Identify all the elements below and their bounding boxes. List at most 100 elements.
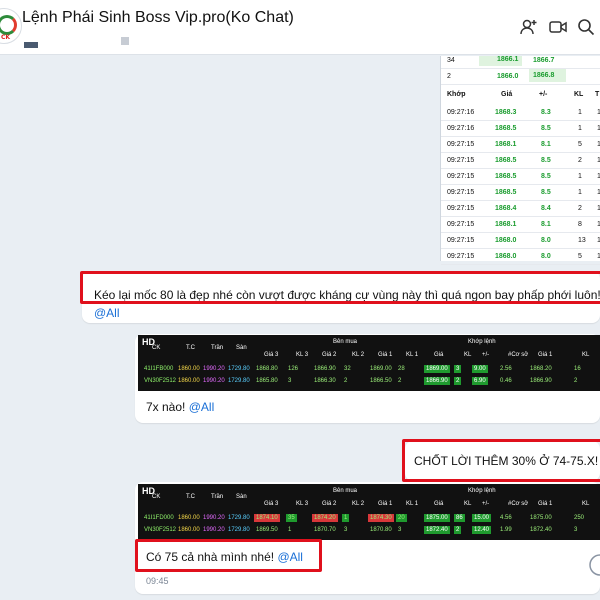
board-cell: 12.40 [472,526,492,534]
board-cell: 1866.90 [314,366,336,372]
board-header: Giá 1 [378,352,393,358]
board-cell: 1860.00 [178,378,200,384]
board-cell: VN30F2512 [144,378,177,384]
board-cell: 3 [454,365,462,373]
board-header: KL 1 [406,352,419,358]
group-header: Bên mua [333,339,358,345]
orderbook-cell: 09:27:15 [447,157,475,164]
board-header: Trần [211,494,224,500]
orderbook-cell: 1868.1 [495,221,517,228]
video-call-icon[interactable] [548,17,568,37]
board-cell: 250 [574,515,585,521]
orderbook-cell: 1868.5 [495,125,517,132]
board-cell: 1729.80 [228,515,250,521]
orderbook-cell: 09:27:15 [447,189,475,196]
board-cell: 15.00 [472,514,492,522]
board-header: T.C [186,494,195,500]
avatar-text: CK [1,34,11,41]
highlight-box [402,439,600,482]
board-cell: 1 [342,514,350,522]
top-bid: 1866.1 [479,56,523,66]
orderbook-cell: 1 [578,109,582,116]
col-header: +/- [539,91,548,98]
orderbook-cell: 8.4 [541,205,551,212]
board-cell: 1875.00 [530,515,552,521]
board-header: CK [152,345,161,351]
board-header: KL 3 [296,501,309,507]
board-cell: 3 [398,527,402,533]
mention-link[interactable]: @All [189,400,215,414]
orderbook-cell: 09:27:15 [447,173,475,180]
top-qty: 2 [447,73,451,80]
message-list[interactable]: 34 1866.1 1866.7 2 1866.0 1866.8 Khớp Gi… [0,56,600,600]
highlight-box [135,539,322,572]
board-header: KL 3 [296,352,309,358]
orderbook-cell: 1868.5 [495,189,517,196]
board-cell: 1870.80 [370,527,392,533]
board-cell: 0.46 [500,378,512,384]
orderbook-row: 09:27:15 1868.5 8.5 1 1 [441,185,600,201]
add-member-icon[interactable] [519,17,539,37]
board-header: Giá 2 [322,501,337,507]
search-icon[interactable] [576,17,596,37]
orderbook-cell: 8.5 [541,157,551,164]
reaction-icon[interactable] [588,553,600,577]
board-cell: 3 [288,378,292,384]
group-avatar[interactable]: CK [0,8,22,44]
board-cell: 1.99 [500,527,512,533]
orderbook-row: 09:27:15 1868.4 8.4 2 1 [441,201,600,217]
board-cell: 2 [454,377,462,385]
board-cell: 28 [398,366,405,372]
orderbook-cell: 8.3 [541,109,551,116]
price-board-image[interactable]: HD Bên mua Khớp lệnh CK T.C Trần Sàn Giá 3 KL 3G… [138,335,600,391]
orderbook-row: 09:27:15 1868.5 8.5 2 1 [441,153,600,169]
board-header: CK [152,494,161,500]
board-cell: 1872.40 [424,526,450,534]
orderbook-cell: 09:27:15 [447,221,475,228]
board-cell: 1866.50 [370,378,392,384]
orderbook-cell: 2 [578,157,582,164]
mention-link[interactable]: @All [94,306,120,320]
group-header: Bên mua [333,488,358,494]
orderbook-row: 09:27:15 1868.0 8.0 5 1 [441,249,600,265]
board-header: +/- [482,501,490,507]
board-header: Giá [434,501,444,507]
chat-title[interactable]: Lệnh Phái Sinh Boss Vip.pro(Ko Chat) [22,9,294,27]
board-cell: 1990.20 [203,366,225,372]
col-header: Khớp [447,91,466,98]
col-header: KL [574,91,584,98]
orderbook-cell: 09:27:15 [447,205,475,212]
board-cell: 1729.80 [228,378,250,384]
board-header: Giá 1 [538,501,553,507]
board-cell: 2 [454,526,462,534]
board-header: KL 1 [406,501,419,507]
board-cell: 1874.20 [312,514,338,522]
orderbook-cell: 1868.5 [495,157,517,164]
board-header: KL [582,501,590,507]
orderbook-row: 09:27:15 1868.1 8.1 5 1 [441,137,600,153]
board-header: Giá 1 [378,501,393,507]
board-cell: 1990.20 [203,527,225,533]
board-cell: 1870.70 [314,527,336,533]
board-header: Giá 3 [264,352,279,358]
board-cell: 1868.20 [530,366,552,372]
board-cell: 2 [344,378,348,384]
orderbook-row: 09:27:15 1868.0 8.0 13 1 [441,233,600,249]
top-ask: 1866.8 [529,69,567,82]
board-header: KL [464,352,472,358]
price-board-image[interactable]: HD Bên mua Khớp lệnh CK T.C Trần Sàn Giá 3 KL 3G… [138,484,600,540]
board-header: T.C [186,345,195,351]
orderbook-row: 09:27:16 1868.3 8.3 1 1 [441,105,600,121]
orderbook-cell: 09:27:15 [447,237,475,244]
orderbook-image[interactable]: 34 1866.1 1866.7 2 1866.0 1866.8 Khớp Gi… [440,56,600,265]
orderbook-cell: 09:27:16 [447,125,475,132]
orderbook-top-row: 2 1866.0 1866.8 [441,69,600,85]
board-header: KL 2 [352,501,365,507]
board-cell: 9.00 [472,365,488,373]
message-content: 7x nào! @All [146,400,214,414]
board-cell: 1868.80 [256,366,278,372]
group-header: Khớp lệnh [468,488,496,494]
orderbook-cell: 8.5 [541,125,551,132]
orderbook-header: Khớp Giá +/- KL T [441,87,600,103]
orderbook-cell: 1868.5 [495,173,517,180]
